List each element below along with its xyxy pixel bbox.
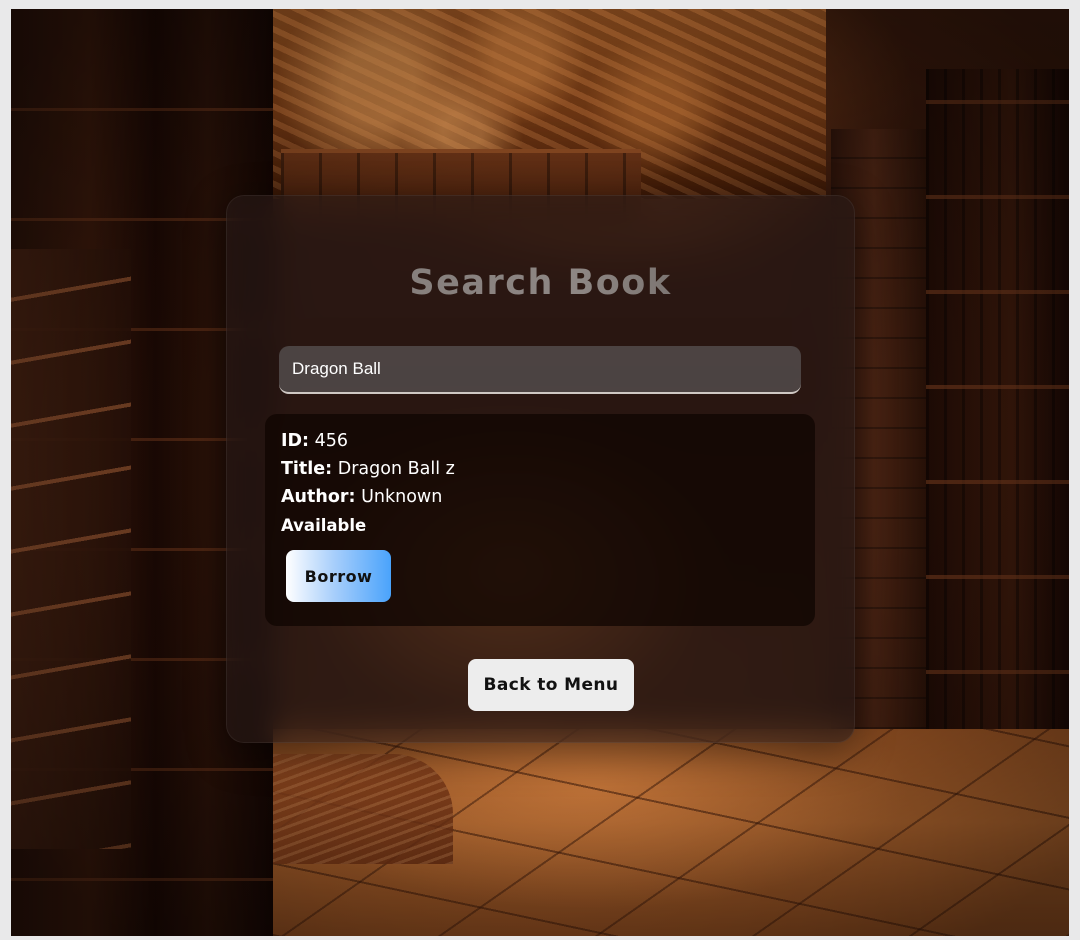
result-id-value: 456: [314, 431, 349, 451]
result-author-value: Unknown: [361, 487, 443, 507]
result-author-row: Author: Unknown: [281, 487, 442, 507]
result-author-label: Author:: [281, 487, 356, 507]
availability-status: Available: [281, 516, 367, 535]
result-title-value: Dragon Ball z: [337, 459, 455, 479]
page-title: Search Book: [226, 263, 855, 303]
search-result-panel: ID: 456 Title: Dragon Ball z Author: Unk…: [265, 414, 815, 626]
result-title-row: Title: Dragon Ball z: [281, 459, 455, 479]
search-input[interactable]: [279, 346, 801, 394]
search-book-card: Search Book ID: 456 Title: Dragon Ball z…: [226, 195, 855, 743]
borrow-button[interactable]: Borrow: [286, 550, 391, 602]
page-viewport: Search Book ID: 456 Title: Dragon Ball z…: [11, 9, 1069, 936]
result-id-label: ID:: [281, 431, 310, 451]
result-id-row: ID: 456: [281, 431, 348, 451]
result-title-label: Title:: [281, 459, 333, 479]
back-to-menu-button[interactable]: Back to Menu: [468, 659, 634, 711]
